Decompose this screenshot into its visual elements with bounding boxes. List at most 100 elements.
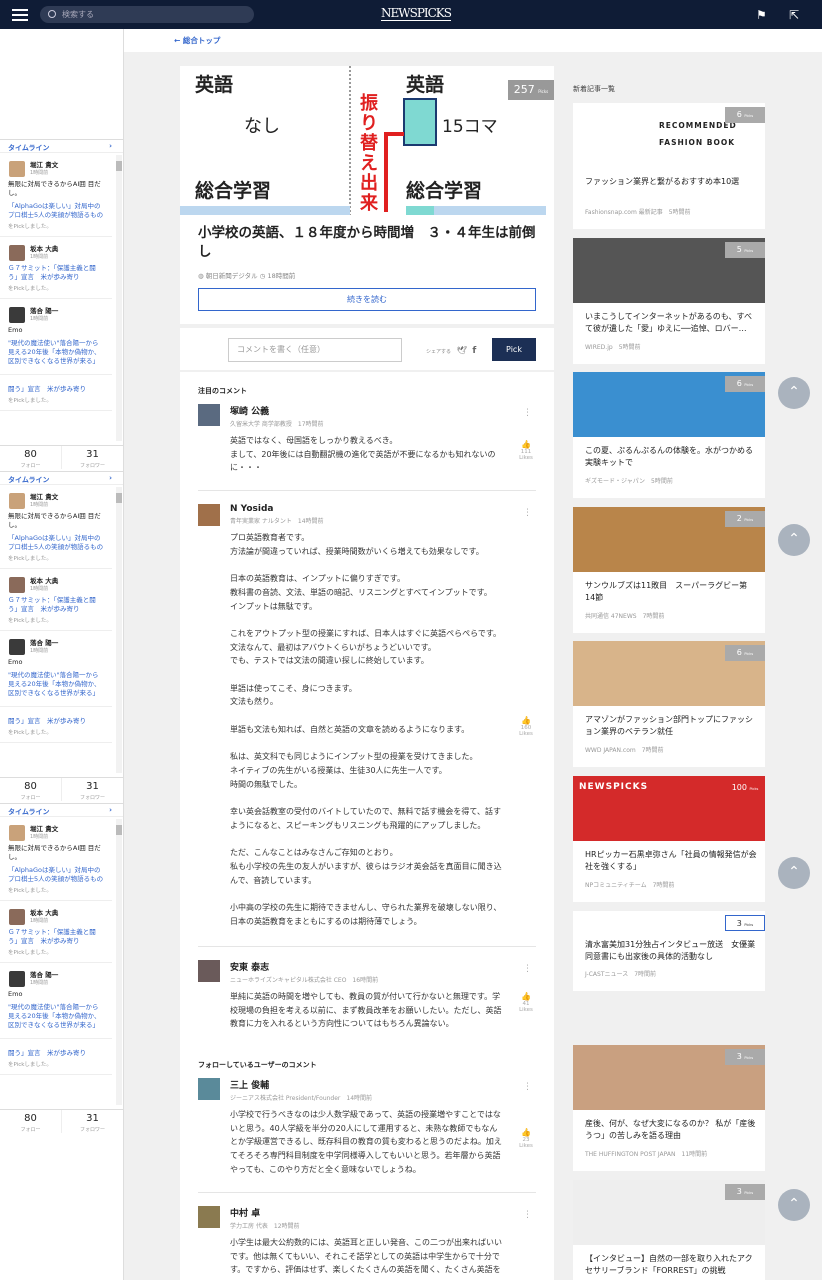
commenter-name[interactable]: 三上 俊輔	[230, 1078, 536, 1091]
news-card[interactable]: 5 Picks いまこうしてインターネットがあるのも、すべて彼が遺した「愛」ゆえに…	[573, 238, 765, 364]
timeline-item[interactable]: 堀江 貴文 1時間前 無限に対局できるからAI囲 目だし。 「AlphaGoは楽しい」…	[0, 817, 112, 901]
follower-count[interactable]: 31 フォロワー	[62, 446, 123, 469]
timeline-article-link[interactable]: 闘う」宣言 米が歩み寄り	[8, 1049, 104, 1058]
scroll-up-button[interactable]: ⌃	[778, 1189, 810, 1221]
timeline-user-name[interactable]: 坂本 大典	[30, 575, 104, 585]
avatar[interactable]	[9, 245, 25, 261]
timeline-item[interactable]: 闘う」宣言 米が歩み寄り をPickしました。	[0, 375, 112, 411]
article-hero-image[interactable]: 英語 なし 総合学習 英語 15コマ 総合学習 振り替え出来 257 Picks	[180, 66, 554, 215]
avatar[interactable]	[9, 825, 25, 841]
like-button[interactable]: 👍 23 Likes	[516, 1128, 536, 1149]
chevron-right-icon[interactable]: ›	[109, 806, 112, 814]
more-options-icon[interactable]: ⋮	[523, 1082, 532, 1092]
news-title[interactable]: ファッション業界と繋がるおすすめ本10選	[585, 176, 757, 188]
follower-count[interactable]: 31 フォロワー	[62, 1110, 123, 1133]
avatar[interactable]	[9, 493, 25, 509]
scrollbar[interactable]	[116, 487, 122, 773]
avatar[interactable]	[9, 639, 25, 655]
commenter-name[interactable]: 塚崎 公義	[230, 404, 536, 417]
avatar[interactable]	[198, 404, 220, 426]
timeline-item[interactable]: 堀江 貴文 1時間前 無限に対局できるからAI囲 目だし。 「AlphaGoは楽しい」…	[0, 153, 112, 237]
timeline-user-name[interactable]: 落合 陽一	[30, 637, 104, 647]
news-card[interactable]: 3 Picks 【インタビュー】自然の一部を取り入れたアクセサリーブランド「FOR…	[573, 1180, 765, 1280]
timeline-article-link[interactable]: 「AlphaGoは楽しい」対局中のプロ棋士5人の笑顔が物語るもの	[8, 202, 104, 220]
news-title[interactable]: アマゾンがファッション部門トップにファッション業界のベテラン就任	[585, 714, 757, 738]
news-card[interactable]: NEWSPICKS 100 Picks HRピッカー石黒卓弥さん「社員の情報発信が会…	[573, 776, 765, 902]
like-button[interactable]: 👍 111 Likes	[516, 440, 536, 461]
flag-icon[interactable]: ⚑	[756, 8, 767, 22]
news-card[interactable]: RECOMMENDED FASHION BOOK 6 Picks ファッション業界と…	[573, 103, 765, 229]
read-more-button[interactable]: 続きを読む	[198, 288, 536, 311]
avatar[interactable]	[198, 504, 220, 526]
timeline-article-link[interactable]: Ｇ７サミット：「保護主義と闘う」宣言 米が歩み寄り	[8, 596, 104, 614]
news-title[interactable]: 【インタビュー】自然の一部を取り入れたアクセサリーブランド「FORREST」の挑…	[585, 1253, 757, 1277]
timeline-heading[interactable]: タイムライン ›	[0, 139, 123, 153]
timeline-user-name[interactable]: 堀江 貴文	[30, 159, 104, 169]
timeline-item[interactable]: 坂本 大典 1時間前 Ｇ７サミット：「保護主義と闘う」宣言 米が歩み寄り をPickし…	[0, 569, 112, 631]
news-title[interactable]: サンウルブズは11敗目 スーパーラグビー第14節	[585, 580, 757, 604]
more-options-icon[interactable]: ⋮	[523, 508, 532, 518]
avatar[interactable]	[198, 960, 220, 982]
timeline-user-name[interactable]: 落合 陽一	[30, 305, 104, 315]
more-options-icon[interactable]: ⋮	[523, 408, 532, 418]
avatar[interactable]	[198, 1206, 220, 1228]
avatar[interactable]	[9, 161, 25, 177]
timeline-item[interactable]: 堀江 貴文 1時間前 無限に対局できるからAI囲 目だし。 「AlphaGoは楽しい」…	[0, 485, 112, 569]
timeline-article-link[interactable]: "現代の魔法使い"落合陽一から見える20年後「本物か偽物か、区別できなくなる世界…	[8, 339, 104, 366]
avatar[interactable]	[9, 909, 25, 925]
news-title[interactable]: この夏、ぷるんぷるんの体験を。水がつかめる実験キットで	[585, 445, 757, 469]
search-input[interactable]: 検索する	[40, 6, 254, 23]
timeline-article-link[interactable]: "現代の魔法使い"落合陽一から見える20年後「本物か偽物か、区別できなくなる世界…	[8, 671, 104, 698]
timeline-heading[interactable]: タイムライン ›	[0, 471, 123, 485]
follower-count[interactable]: 31 フォロワー	[62, 778, 123, 801]
follow-count[interactable]: 80 フォロー	[0, 778, 62, 801]
avatar[interactable]	[9, 971, 25, 987]
news-title[interactable]: 清水富美加31分独占インタビュー放送 女優業同意書にも出家後の具体的活動なし	[585, 939, 757, 963]
news-title[interactable]: 産後、何が、なぜ大変になるのか？ 私が「産後うつ」の苦しみを語る理由	[585, 1118, 757, 1142]
avatar[interactable]	[9, 577, 25, 593]
timeline-article-link[interactable]: Ｇ７サミット：「保護主義と闘う」宣言 米が歩み寄り	[8, 264, 104, 282]
chevron-right-icon[interactable]: ›	[109, 142, 112, 150]
like-button[interactable]: 👍 41 Likes	[516, 992, 536, 1013]
timeline-user-name[interactable]: 坂本 大典	[30, 907, 104, 917]
scroll-up-button[interactable]: ⌃	[778, 377, 810, 409]
share-icon[interactable]: ⇱	[789, 8, 799, 22]
news-card[interactable]: 6 Picks この夏、ぷるんぷるんの体験を。水がつかめる実験キットで ギズモード・…	[573, 372, 765, 498]
timeline-item[interactable]: 落合 陽一 1時間前 Emo "現代の魔法使い"落合陽一から見える20年後「本物か偽物…	[0, 963, 112, 1039]
commenter-name[interactable]: N Yosida	[230, 504, 536, 514]
facebook-icon[interactable]: f	[472, 346, 476, 356]
news-card[interactable]: 3 Picks 産後、何が、なぜ大変になるのか？ 私が「産後うつ」の苦しみを語る理…	[573, 1045, 765, 1171]
timeline-user-name[interactable]: 堀江 貴文	[30, 491, 104, 501]
timeline-item[interactable]: 坂本 大典 1時間前 Ｇ７サミット：「保護主義と闘う」宣言 米が歩み寄り をPickし…	[0, 237, 112, 299]
pick-button[interactable]: Pick	[492, 338, 536, 361]
timeline-item[interactable]: 坂本 大典 1時間前 Ｇ７サミット：「保護主義と闘う」宣言 米が歩み寄り をPickし…	[0, 901, 112, 963]
timeline-article-link[interactable]: 「AlphaGoは楽しい」対局中のプロ棋士5人の笑顔が物語るもの	[8, 534, 104, 552]
timeline-heading[interactable]: タイムライン ›	[0, 803, 123, 817]
timeline-item[interactable]: 落合 陽一 1時間前 Emo "現代の魔法使い"落合陽一から見える20年後「本物か偽物…	[0, 299, 112, 375]
follow-count[interactable]: 80 フォロー	[0, 446, 62, 469]
more-options-icon[interactable]: ⋮	[523, 964, 532, 974]
scrollbar[interactable]	[116, 819, 122, 1105]
news-title[interactable]: いまこうしてインターネットがあるのも、すべて彼が遺した「愛」ゆえに──追悼、ロバ…	[585, 311, 757, 335]
timeline-article-link[interactable]: Ｇ７サミット：「保護主義と闘う」宣言 米が歩み寄り	[8, 928, 104, 946]
follow-count[interactable]: 80 フォロー	[0, 1110, 62, 1133]
scrollbar[interactable]	[116, 155, 122, 441]
more-options-icon[interactable]: ⋮	[523, 1210, 532, 1220]
commenter-name[interactable]: 安東 泰志	[230, 960, 536, 973]
comment-input[interactable]: コメントを書く（任意）	[228, 338, 402, 362]
back-to-top-link[interactable]: ← 総合トップ	[174, 35, 220, 46]
scroll-up-button[interactable]: ⌃	[778, 857, 810, 889]
timeline-user-name[interactable]: 坂本 大典	[30, 243, 104, 253]
menu-icon[interactable]	[12, 9, 28, 21]
timeline-item[interactable]: 落合 陽一 1時間前 Emo "現代の魔法使い"落合陽一から見える20年後「本物か偽物…	[0, 631, 112, 707]
news-card[interactable]: 2 Picks サンウルブズは11敗目 スーパーラグビー第14節 共同通信 47NE…	[573, 507, 765, 633]
scroll-up-button[interactable]: ⌃	[778, 524, 810, 556]
news-card[interactable]: 6 Picks アマゾンがファッション部門トップにファッション業界のベテラン就任 W…	[573, 641, 765, 767]
twitter-icon[interactable]: 🕊	[457, 346, 467, 355]
timeline-article-link[interactable]: "現代の魔法使い"落合陽一から見える20年後「本物か偽物か、区別できなくなる世界…	[8, 1003, 104, 1030]
commenter-name[interactable]: 中村 卓	[230, 1206, 536, 1219]
timeline-article-link[interactable]: 闘う」宣言 米が歩み寄り	[8, 385, 104, 394]
article-title[interactable]: 小学校の英語、１８年度から時間増 ３・４年生は前倒し	[198, 224, 538, 262]
news-card[interactable]: 3 Picks 清水富美加31分独占インタビュー放送 女優業同意書にも出家後の具体…	[573, 911, 765, 991]
timeline-item[interactable]: 闘う」宣言 米が歩み寄り をPickしました。	[0, 707, 112, 743]
